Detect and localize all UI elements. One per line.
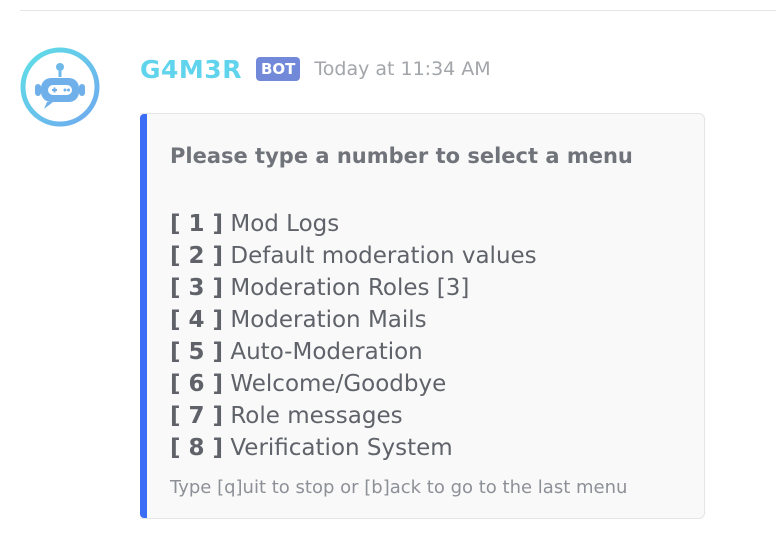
bot-badge: BOT (255, 57, 301, 81)
menu-item: [ 5 ] Auto-Moderation (170, 336, 537, 368)
menu-item-key: [ 1 ] (170, 211, 224, 237)
message-embed: Please type a number to select a menu [ … (140, 113, 705, 519)
menu-item: [ 4 ] Moderation Mails (170, 304, 537, 336)
menu-item: [ 3 ] Moderation Roles [3] (170, 272, 537, 304)
menu-item-label: Welcome/Goodbye (230, 371, 447, 397)
robot-gamepad-icon (20, 47, 100, 127)
message-header: G4M3R BOT Today at 11:34 AM (140, 49, 491, 89)
menu-item: [ 7 ] Role messages (170, 400, 537, 432)
menu-item: [ 6 ] Welcome/Goodbye (170, 368, 537, 400)
menu-item-label: Mod Logs (230, 211, 340, 237)
menu-item: [ 8 ] Verification System (170, 432, 537, 464)
message-divider (20, 10, 776, 11)
message-timestamp: Today at 11:34 AM (314, 58, 491, 80)
avatar[interactable] (20, 47, 100, 127)
menu-item-key: [ 7 ] (170, 403, 224, 429)
menu-item-key: [ 8 ] (170, 435, 224, 461)
menu-item-label: Default moderation values (230, 243, 537, 269)
menu-item-key: [ 5 ] (170, 339, 224, 365)
menu-item: [ 2 ] Default moderation values (170, 240, 537, 272)
menu-item-label: Verification System (230, 435, 453, 461)
menu-item: [ 1 ] Mod Logs (170, 208, 537, 240)
author-username[interactable]: G4M3R (140, 55, 242, 84)
embed-title: Please type a number to select a menu (170, 144, 633, 168)
menu-item-key: [ 4 ] (170, 307, 224, 333)
embed-footer: Type [q]uit to stop or [b]ack to go to t… (170, 477, 628, 498)
menu-list: [ 1 ] Mod Logs [ 2 ] Default moderation … (170, 208, 537, 464)
menu-item-label: Auto-Moderation (230, 339, 423, 365)
menu-item-label: Moderation Roles [3] (230, 275, 470, 301)
menu-item-key: [ 6 ] (170, 371, 224, 397)
embed-accent-bar (140, 114, 147, 518)
menu-item-key: [ 3 ] (170, 275, 224, 301)
menu-item-label: Role messages (230, 403, 403, 429)
menu-item-label: Moderation Mails (230, 307, 427, 333)
menu-item-key: [ 2 ] (170, 243, 224, 269)
